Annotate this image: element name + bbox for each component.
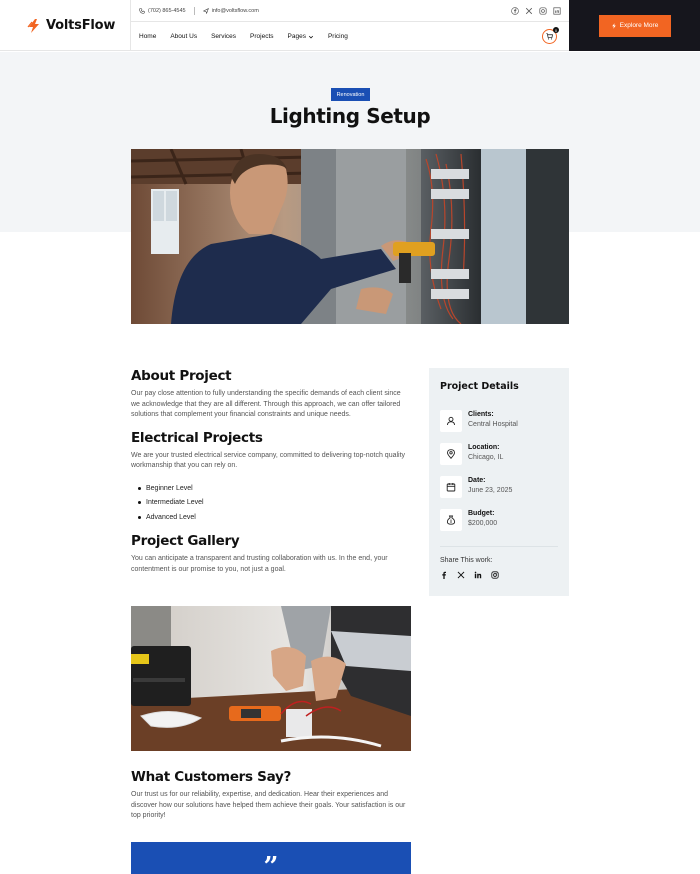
cart-icon [546,33,553,40]
logo[interactable]: VoltsFlow [0,0,131,51]
detail-location: Location: Chicago, IL [440,443,503,465]
detail-label: Location: [468,444,500,451]
nav-projects[interactable]: Projects [250,33,273,40]
cart-count-badge: 0 [553,27,559,33]
x-icon[interactable] [525,7,533,15]
page-title: Lighting Setup [269,104,431,128]
share-links [440,571,499,579]
divider [440,546,558,547]
detail-clients: Clients: Central Hospital [440,410,518,432]
level-list: Beginner Level Intermediate Level Advanc… [131,481,411,525]
logo-text: VoltsFlow [46,18,116,33]
phone-icon [139,7,145,14]
bolt-logo-icon [27,18,39,33]
detail-label: Budget: [468,510,495,517]
x-icon[interactable] [457,571,465,579]
gallery-image-wiring [131,606,411,751]
main-nav: Home About Us Services Projects Pages Pr… [131,22,569,51]
money-bag-icon [440,509,462,531]
explore-more-label: Explore More [619,22,659,29]
project-details-card: Project Details Clients: Central Hospita… [429,368,569,596]
category-tag[interactable]: Renovation [331,88,370,101]
nav-about-us[interactable]: About Us [170,33,197,40]
detail-value: $200,000 [468,520,498,527]
detail-value: June 23, 2025 [468,487,513,494]
linkedin-icon[interactable] [553,6,561,15]
nav-pages-label: Pages [287,33,306,40]
gallery-heading: Project Gallery [131,533,240,550]
detail-label: Clients: [468,411,494,418]
email-contact[interactable]: info@voltsflow.com [202,7,259,14]
calendar-icon [440,476,462,498]
nav-services[interactable]: Services [211,33,236,40]
phone-number: (702) 865-4545 [148,7,186,14]
list-item: Intermediate Level [131,495,411,510]
phone-contact[interactable]: (702) 865-4545 [139,8,186,14]
header-social-links [511,6,569,15]
list-item: Advanced Level [131,510,411,525]
project-content: About Project Our pay close attention to… [131,368,411,576]
topbar-divider [193,6,195,15]
nav-home[interactable]: Home [139,33,156,40]
cart-button[interactable]: 0 [542,27,559,44]
about-heading: About Project [131,368,232,384]
list-item: Beginner Level [131,481,411,496]
share-label: Share This work: [440,557,493,564]
project-details-title: Project Details [440,381,519,392]
instagram-icon[interactable] [539,6,547,15]
detail-label: Date: [468,477,486,484]
email-address: info@voltsflow.com [211,7,259,14]
gallery-text: You can anticipate a transparent and tru… [131,555,388,574]
detail-value: Central Hospital [468,421,518,428]
linkedin-icon[interactable] [474,571,482,579]
electrical-heading: Electrical Projects [131,429,263,446]
customers-heading: What Customers Say? [131,769,292,785]
top-bar: (702) 865-4545 info@voltsflow.com [131,0,569,22]
user-icon [440,410,462,432]
location-pin-icon [440,443,462,465]
detail-date: Date: June 23, 2025 [440,476,512,498]
detail-value: Chicago, IL [468,454,504,461]
bolt-icon [611,22,616,29]
facebook-icon[interactable] [440,571,448,579]
testimonial-card: ” [131,842,411,874]
chevron-down-icon [308,35,314,38]
about-text: Our pay close attention to fully underst… [131,390,401,419]
hero-image-electrician [131,149,569,324]
nav-pricing[interactable]: Pricing [328,33,348,40]
nav-pages[interactable]: Pages [288,33,314,40]
customers-text: Our trust us for our reliability, expert… [131,791,406,820]
site-header: VoltsFlow (702) 865-4545 info@voltsflow.… [0,0,700,51]
detail-budget: Budget: $200,000 [440,509,497,531]
instagram-icon[interactable] [491,571,499,579]
facebook-icon[interactable] [511,6,519,15]
header-cta-area: Explore More [569,0,700,51]
send-icon [202,7,209,14]
explore-more-button[interactable]: Explore More [598,14,671,37]
quote-icon: ” [263,852,279,874]
electrical-text: We are your trusted electrical service c… [131,451,406,470]
